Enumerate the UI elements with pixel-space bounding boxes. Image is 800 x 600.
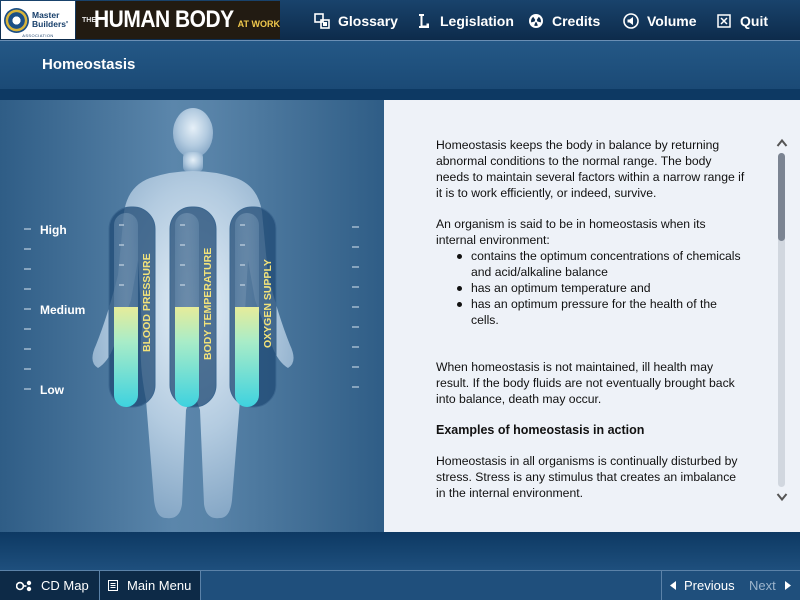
- list-item: contains the optimum concentrations of c…: [436, 248, 746, 280]
- tube-body-temperature: BODY TEMPERATURE: [169, 206, 217, 408]
- main-menu-icon: [108, 580, 118, 591]
- credits-icon: [528, 13, 544, 29]
- tube-blood-pressure: BLOOD PRESSURE: [108, 206, 156, 408]
- paragraph-stress: Homeostasis in all organisms is continua…: [436, 454, 738, 500]
- scale-label-medium: Medium: [40, 303, 86, 317]
- logo-text: Master Builders': [32, 10, 69, 29]
- nav-glossary[interactable]: Glossary: [314, 0, 398, 41]
- nav-legislation[interactable]: Legislation: [416, 0, 514, 41]
- previous-label: Previous: [684, 578, 735, 593]
- title-band: Homeostasis: [0, 41, 800, 89]
- nav-quit-label: Quit: [740, 12, 768, 29]
- scroll-thumb[interactable]: [778, 153, 785, 241]
- tube-label-body-temperature: BODY TEMPERATURE: [202, 248, 214, 360]
- logo-association: ASSOCIATION: [22, 33, 54, 38]
- scroll-down-icon[interactable]: [776, 491, 788, 503]
- master-builders-seal-icon: [4, 7, 29, 33]
- nav-quit[interactable]: Quit: [716, 0, 768, 41]
- bottom-band: [0, 532, 800, 570]
- page-title: Homeostasis: [42, 56, 136, 73]
- app-title: THE HUMAN BODY AT WORK: [76, 1, 280, 39]
- glossary-icon: [314, 12, 330, 29]
- next-label: Next: [749, 578, 776, 593]
- list-item: has an optimum temperature and: [436, 280, 746, 296]
- section-heading: Examples of homeostasis in action: [436, 423, 645, 437]
- scale-label-high: High: [40, 223, 67, 237]
- nav-volume-label: Volume: [647, 12, 697, 29]
- tube-oxygen-supply: OXYGEN SUPPLY: [229, 206, 277, 408]
- homeostasis-diagram: BLOOD PRESSURE BODY TEMPERATURE OXYGEN S…: [0, 100, 384, 532]
- master-builders-logo: Master Builders' ASSOCIATION: [1, 1, 75, 39]
- sub-band: [0, 89, 800, 100]
- volume-icon: [623, 12, 639, 29]
- paragraph-imbalance: When homeostasis is not maintained, ill …: [436, 360, 735, 406]
- next-arrow-icon: [784, 581, 791, 590]
- next-button[interactable]: Next: [749, 571, 791, 600]
- main-menu-button[interactable]: Main Menu: [100, 571, 201, 600]
- scale-label-low: Low: [40, 383, 64, 397]
- top-bar: Master Builders' ASSOCIATION THE HUMAN B…: [0, 0, 800, 41]
- legislation-icon: [416, 13, 432, 29]
- list-item: has an optimum pressure for the health o…: [436, 296, 746, 328]
- main-menu-label: Main Menu: [127, 578, 192, 593]
- footer-divider: [661, 571, 662, 600]
- previous-arrow-icon: [670, 581, 676, 590]
- app-title-suffix: AT WORK: [237, 19, 280, 29]
- nav-credits[interactable]: Credits: [528, 0, 600, 41]
- nav-credits-label: Credits: [552, 12, 601, 29]
- scale-ticks-right: [352, 226, 359, 388]
- cd-map-icon: [16, 580, 32, 591]
- previous-button[interactable]: Previous: [670, 571, 735, 600]
- paragraph-definition: An organism is said to be in homeostasis…: [436, 217, 706, 247]
- text-content: Homeostasis keeps the body in balance by…: [436, 137, 746, 516]
- tube-label-blood-pressure: BLOOD PRESSURE: [141, 253, 153, 352]
- app-title-prefix: THE: [82, 16, 96, 24]
- tube-label-oxygen-supply: OXYGEN SUPPLY: [262, 259, 274, 348]
- nav-volume[interactable]: Volume: [623, 0, 697, 41]
- text-panel: Homeostasis keeps the body in balance by…: [384, 100, 800, 532]
- app-title-main: HUMAN BODY: [94, 6, 234, 33]
- quit-icon: [716, 13, 732, 29]
- cd-map-label: CD Map: [41, 578, 89, 593]
- paragraph-intro: Homeostasis keeps the body in balance by…: [436, 138, 745, 200]
- nav-glossary-label: Glossary: [338, 12, 398, 29]
- scale-ticks-left: [24, 228, 31, 390]
- scroll-up-icon[interactable]: [776, 137, 788, 149]
- conditions-list: contains the optimum concentrations of c…: [436, 248, 746, 328]
- footer-bar: CD Map Main Menu Previous Next: [0, 570, 800, 600]
- cd-map-button[interactable]: CD Map: [0, 571, 100, 600]
- nav-legislation-label: Legislation: [440, 12, 514, 29]
